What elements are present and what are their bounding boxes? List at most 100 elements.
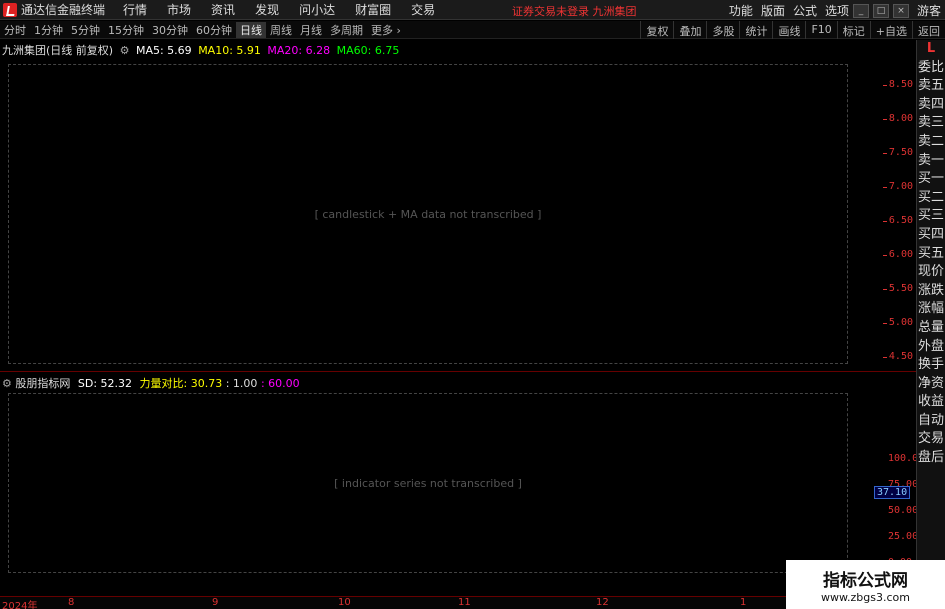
security-name[interactable]: 九洲集团(日线 前复权): [2, 44, 113, 57]
side-tab-ask3[interactable]: 卖三: [917, 114, 945, 133]
side-tab-volume[interactable]: 总量: [917, 319, 945, 338]
side-tab-bid5[interactable]: 买五: [917, 245, 945, 264]
chart-placeholder-note: [ candlestick + MA data not transcribed …: [314, 207, 542, 221]
price-tick: 4.50: [882, 351, 913, 362]
side-tab-l[interactable]: L: [917, 40, 945, 59]
period-tab-intraday[interactable]: 分时: [0, 22, 30, 38]
watermark-title: 指标公式网: [823, 570, 908, 591]
back-button[interactable]: 返回: [912, 21, 945, 39]
side-tab-auto[interactable]: 自动: [917, 412, 945, 431]
side-tab-outer-volume[interactable]: 外盘: [917, 338, 945, 357]
multi-stock-button[interactable]: 多股: [706, 21, 739, 39]
period-tab-30min[interactable]: 30分钟: [148, 22, 192, 38]
date-label: 9: [212, 597, 219, 608]
date-label: 11: [458, 597, 471, 608]
menu-ask-assistant[interactable]: 问小达: [299, 1, 335, 18]
menu-market-quotes[interactable]: 行情: [123, 1, 147, 18]
side-tab-bid3[interactable]: 买三: [917, 207, 945, 226]
side-tab-turnover[interactable]: 换手: [917, 356, 945, 375]
side-tab-price[interactable]: 现价: [917, 263, 945, 282]
indicator-tick: 100.0: [888, 453, 919, 464]
side-tab-trade[interactable]: 交易: [917, 430, 945, 449]
menu-trade[interactable]: 交易: [411, 1, 435, 18]
menu-discover[interactable]: 发现: [255, 1, 279, 18]
side-tab-change-pct[interactable]: 涨幅: [917, 300, 945, 319]
login-status[interactable]: 证券交易未登录 九洲集团: [512, 3, 637, 19]
maximize-icon[interactable]: □: [872, 3, 889, 18]
statistics-button[interactable]: 统计: [739, 21, 772, 39]
minimize-icon[interactable]: _: [852, 3, 869, 18]
side-tab-strip: L 委比 卖五 卖四 卖三 卖二 卖一 买一 买二 买三 买四 买五 现价 涨跌…: [916, 40, 945, 596]
side-tab-earnings[interactable]: 收益: [917, 393, 945, 412]
indicator-plot-area[interactable]: [ indicator series not transcribed ]: [8, 393, 848, 573]
title-bar: 通达信金融终端 行情 市场 资讯 发现 问小达 财富圈 交易 证券交易未登录 九…: [0, 0, 945, 20]
side-tab-ask2[interactable]: 卖二: [917, 133, 945, 152]
chart-tools: 复权 叠加 多股 统计 画线 F10 标记 +自选 返回: [640, 21, 945, 39]
draw-line-button[interactable]: 画线: [772, 21, 805, 39]
period-tab-more[interactable]: 更多 ›: [367, 22, 405, 38]
indicator-current-badge: 37.10: [874, 486, 911, 499]
candlestick-plot-area[interactable]: [ candlestick + MA data not transcribed …: [8, 64, 848, 364]
add-watchlist-button[interactable]: +自选: [869, 21, 912, 39]
price-tick: 6.00: [882, 249, 913, 260]
side-tab-ask4[interactable]: 卖四: [917, 96, 945, 115]
price-tick: 6.50: [882, 215, 913, 226]
indicator-tick: 25.00: [888, 531, 919, 542]
indicator-settings-gear-icon[interactable]: ⚙: [2, 377, 12, 390]
guest-user[interactable]: 游客: [917, 2, 941, 19]
indicator-legend: ⚙ 股朋指标网 SD: 52.32 力量对比: 30.73 : 1.00 : 6…: [2, 375, 300, 391]
indicator-ratio: 力量对比: 30.73: [139, 377, 223, 390]
legend-ma20: MA20: 6.28: [267, 44, 331, 57]
period-tab-60min[interactable]: 60分钟: [192, 22, 236, 38]
main-chart-legend: 九洲集团(日线 前复权) ⚙ MA5: 5.69 MA10: 5.91 MA20…: [2, 42, 399, 58]
menu-layout[interactable]: 版面: [761, 2, 785, 19]
price-tick: 5.00: [882, 317, 913, 328]
period-tab-more-label: 更多: [371, 23, 393, 37]
right-menu-group: 功能 版面 公式 选项 _ □ × 游客: [721, 2, 941, 19]
price-tick: 8.50: [882, 79, 913, 90]
side-tab-net-assets[interactable]: 净资: [917, 375, 945, 394]
period-tab-5min[interactable]: 5分钟: [67, 22, 104, 38]
indicator-ratio-b: : 1.00: [225, 377, 258, 390]
period-tab-multi[interactable]: 多周期: [326, 22, 367, 38]
price-tick: 7.00: [882, 181, 913, 192]
menu-options[interactable]: 选项: [825, 2, 849, 19]
period-tab-15min[interactable]: 15分钟: [104, 22, 148, 38]
close-icon[interactable]: ×: [892, 3, 909, 18]
f10-button[interactable]: F10: [805, 21, 836, 39]
candlestick-panel[interactable]: 九洲集团(日线 前复权) ⚙ MA5: 5.69 MA10: 5.91 MA20…: [0, 40, 916, 372]
price-tick: 7.50: [882, 147, 913, 158]
side-tab-change[interactable]: 涨跌: [917, 282, 945, 301]
adjust-button[interactable]: 复权: [640, 21, 673, 39]
menu-formula[interactable]: 公式: [793, 2, 817, 19]
indicator-name[interactable]: 股朋指标网: [15, 377, 70, 390]
menu-wealth-circle[interactable]: 财富圈: [355, 1, 391, 18]
side-tab-ask5[interactable]: 卖五: [917, 77, 945, 96]
side-tab-bid1[interactable]: 买一: [917, 170, 945, 189]
date-label: 2024年: [2, 601, 38, 609]
side-tab-commission-ratio[interactable]: 委比: [917, 59, 945, 78]
period-tab-weekly[interactable]: 周线: [266, 22, 296, 38]
menu-market[interactable]: 市场: [167, 1, 191, 18]
overlay-button[interactable]: 叠加: [673, 21, 706, 39]
trading-terminal: 通达信金融终端 行情 市场 资讯 发现 问小达 财富圈 交易 证券交易未登录 九…: [0, 0, 945, 609]
price-tick: 5.50: [882, 283, 913, 294]
side-tab-bid4[interactable]: 买四: [917, 226, 945, 245]
date-label: 1: [740, 597, 747, 608]
period-tab-daily[interactable]: 日线: [236, 21, 266, 38]
side-tab-ask1[interactable]: 卖一: [917, 152, 945, 171]
indicator-panel[interactable]: ⚙ 股朋指标网 SD: 52.32 力量对比: 30.73 : 1.00 : 6…: [0, 373, 919, 595]
site-watermark: 指标公式网 www.zbgs3.com: [786, 560, 945, 609]
side-tab-after-hours[interactable]: 盘后: [917, 449, 945, 468]
menu-news[interactable]: 资讯: [211, 1, 235, 18]
settings-gear-icon[interactable]: ⚙: [120, 44, 130, 57]
period-tab-1min[interactable]: 1分钟: [30, 22, 67, 38]
legend-ma60: MA60: 6.75: [336, 44, 400, 57]
menu-function[interactable]: 功能: [729, 2, 753, 19]
period-tab-monthly[interactable]: 月线: [296, 22, 326, 38]
mark-button[interactable]: 标记: [836, 21, 870, 39]
date-label: 10: [338, 597, 351, 608]
legend-ma10: MA10: 5.91: [198, 44, 261, 57]
side-tab-bid2[interactable]: 买二: [917, 189, 945, 208]
date-label: 8: [68, 597, 75, 608]
